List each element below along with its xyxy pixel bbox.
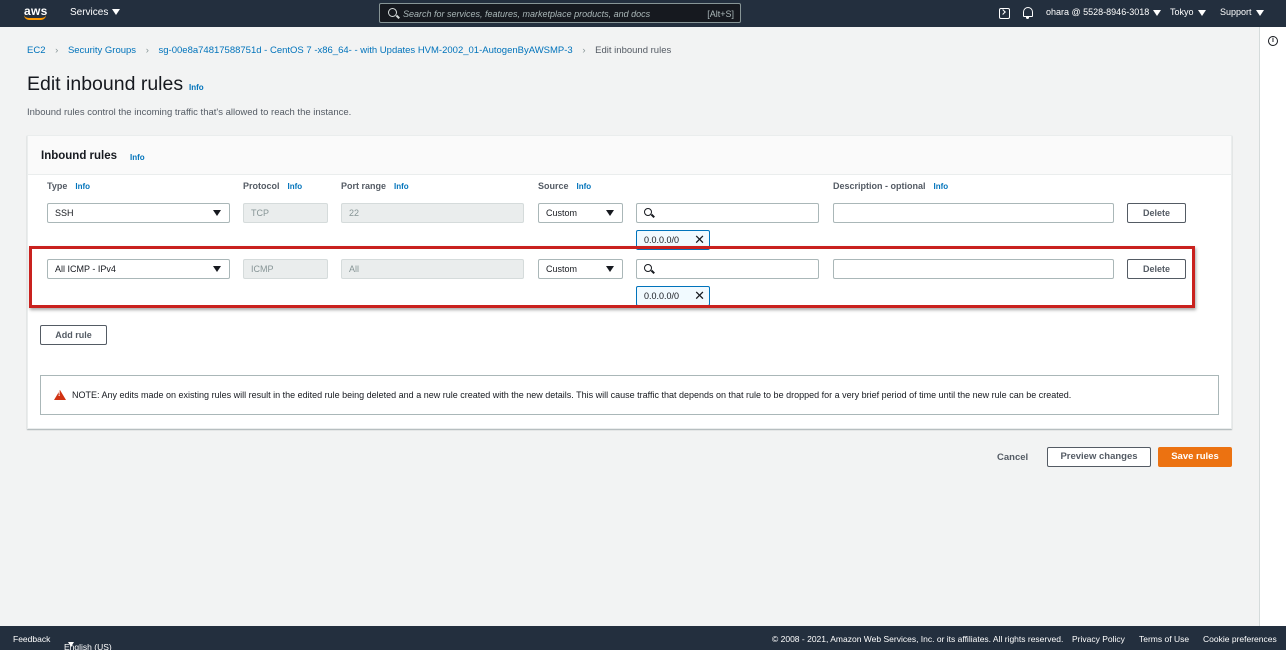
protocol-info-link[interactable]: Info — [288, 182, 303, 191]
global-search-input[interactable]: Search for services, features, marketpla… — [379, 3, 741, 23]
support-menu[interactable]: Support — [1220, 7, 1264, 17]
chevron-right-icon: › — [55, 45, 59, 56]
help-panel-strip: i — [1259, 27, 1286, 626]
save-rules-button[interactable]: Save rules — [1158, 447, 1232, 467]
panel-header: Inbound rules Info — [28, 136, 1231, 175]
rule-2-type-value: All ICMP - IPv4 — [55, 264, 116, 274]
services-label: Services — [70, 7, 109, 18]
rule-1-delete-button[interactable]: Delete — [1127, 203, 1186, 223]
rule-2-port-range-field: All — [341, 259, 524, 279]
caret-down-icon — [213, 266, 221, 272]
rule-2-source-value: Custom — [546, 264, 578, 274]
panel-title: Inbound rules — [41, 150, 118, 162]
rule-2-cidr-token: 0.0.0.0/0 ✕ — [636, 286, 710, 306]
column-label-port-range: Port range — [341, 181, 387, 191]
rule-2-delete-button[interactable]: Delete — [1127, 259, 1186, 279]
search-shortcut: [Alt+S] — [707, 9, 734, 19]
account-label: ohara @ 5528-8946-3018 — [1046, 7, 1150, 17]
column-header-port-range: Port range Info — [341, 181, 409, 191]
column-header-source: Source Info — [538, 181, 591, 191]
rule-2-cidr-value: 0.0.0.0/0 — [644, 291, 680, 301]
services-menu-button[interactable]: Services — [70, 7, 121, 18]
column-label-description: Description - optional — [833, 181, 926, 191]
rule-1-port-range-field: 22 — [341, 203, 524, 223]
column-label-protocol: Protocol — [243, 181, 280, 191]
rule-1-source-value: Custom — [546, 208, 578, 218]
chevron-down-icon — [1255, 9, 1264, 16]
footer: Feedback English (US) © 2008 - 2021, Ama… — [0, 626, 1286, 650]
rule-2-source-select[interactable]: Custom — [538, 259, 623, 279]
account-menu[interactable]: ohara @ 5528-8946-3018 — [1046, 7, 1162, 17]
warning-icon — [54, 390, 66, 400]
breadcrumb-current: Edit inbound rules — [595, 45, 672, 56]
rule-2-type-select[interactable]: All ICMP - IPv4 — [47, 259, 230, 279]
bell-icon[interactable] — [1023, 7, 1033, 19]
rule-1-cidr-token: 0.0.0.0/0 ✕ — [636, 230, 710, 250]
page-description: Inbound rules control the incoming traff… — [27, 107, 352, 118]
close-icon[interactable]: ✕ — [694, 233, 705, 246]
breadcrumb: EC2 › Security Groups › sg-00e8a74817588… — [27, 45, 671, 56]
page-info-link[interactable]: Info — [189, 83, 204, 92]
feedback-link[interactable]: Feedback — [13, 634, 50, 644]
column-label-source: Source — [538, 181, 569, 191]
rule-1-type-select[interactable]: SSH — [47, 203, 230, 223]
add-rule-button[interactable]: Add rule — [40, 325, 107, 345]
top-navigation: aws Services Search for services, featur… — [0, 0, 1286, 27]
warning-text: NOTE: Any edits made on existing rules w… — [72, 390, 1072, 400]
rule-1-source-search-input[interactable] — [636, 203, 819, 223]
breadcrumb-security-group[interactable]: sg-00e8a74817588751d - CentOS 7 -x86_64-… — [159, 45, 573, 56]
aws-smile-icon — [24, 15, 46, 20]
cookie-preferences-link[interactable]: Cookie preferences — [1203, 634, 1277, 644]
terms-of-use-link[interactable]: Terms of Use — [1139, 634, 1189, 644]
close-icon[interactable]: ✕ — [694, 289, 705, 302]
description-info-link[interactable]: Info — [934, 182, 949, 191]
chevron-down-icon — [112, 9, 121, 16]
breadcrumb-security-groups[interactable]: Security Groups — [68, 45, 136, 56]
chevron-down-icon — [1197, 9, 1206, 16]
region-label: Tokyo — [1170, 7, 1194, 17]
privacy-policy-link[interactable]: Privacy Policy — [1072, 634, 1125, 644]
type-info-link[interactable]: Info — [75, 182, 90, 191]
column-header-protocol: Protocol Info — [243, 181, 302, 191]
preview-changes-button[interactable]: Preview changes — [1047, 447, 1151, 467]
rule-1-description-input[interactable] — [833, 203, 1114, 223]
panel-info-link[interactable]: Info — [130, 153, 145, 162]
port-range-info-link[interactable]: Info — [394, 182, 409, 191]
rule-2-protocol-field: ICMP — [243, 259, 328, 279]
region-menu[interactable]: Tokyo — [1170, 7, 1206, 17]
caret-down-icon — [606, 266, 614, 272]
search-icon — [644, 208, 652, 216]
rule-2-source-search-input[interactable] — [636, 259, 819, 279]
source-info-link[interactable]: Info — [577, 182, 592, 191]
copyright-text: © 2008 - 2021, Amazon Web Services, Inc.… — [772, 634, 1064, 644]
caret-down-icon — [606, 210, 614, 216]
breadcrumb-ec2[interactable]: EC2 — [27, 45, 45, 56]
terminal-icon[interactable] — [999, 8, 1010, 19]
chevron-right-icon: › — [145, 45, 149, 56]
rule-1-cidr-value: 0.0.0.0/0 — [644, 235, 680, 245]
support-label: Support — [1220, 7, 1252, 17]
column-header-type: Type Info — [47, 181, 90, 191]
search-placeholder: Search for services, features, marketpla… — [403, 9, 651, 19]
rule-2-description-input[interactable] — [833, 259, 1114, 279]
rule-1-source-select[interactable]: Custom — [538, 203, 623, 223]
column-header-description: Description - optional Info — [833, 181, 948, 191]
chevron-right-icon: › — [582, 45, 586, 56]
rule-1-protocol-field: TCP — [243, 203, 328, 223]
rule-1-type-value: SSH — [55, 208, 74, 218]
search-icon — [388, 8, 397, 17]
cancel-button[interactable]: Cancel — [997, 452, 1028, 463]
chevron-down-icon — [68, 642, 74, 647]
chevron-down-icon — [1153, 9, 1162, 16]
info-circle-icon[interactable]: i — [1268, 36, 1278, 46]
search-icon — [644, 264, 652, 272]
warning-alert: NOTE: Any edits made on existing rules w… — [40, 375, 1219, 415]
page-title: Edit inbound rules — [27, 73, 184, 95]
column-label-type: Type — [47, 181, 68, 191]
caret-down-icon — [213, 210, 221, 216]
